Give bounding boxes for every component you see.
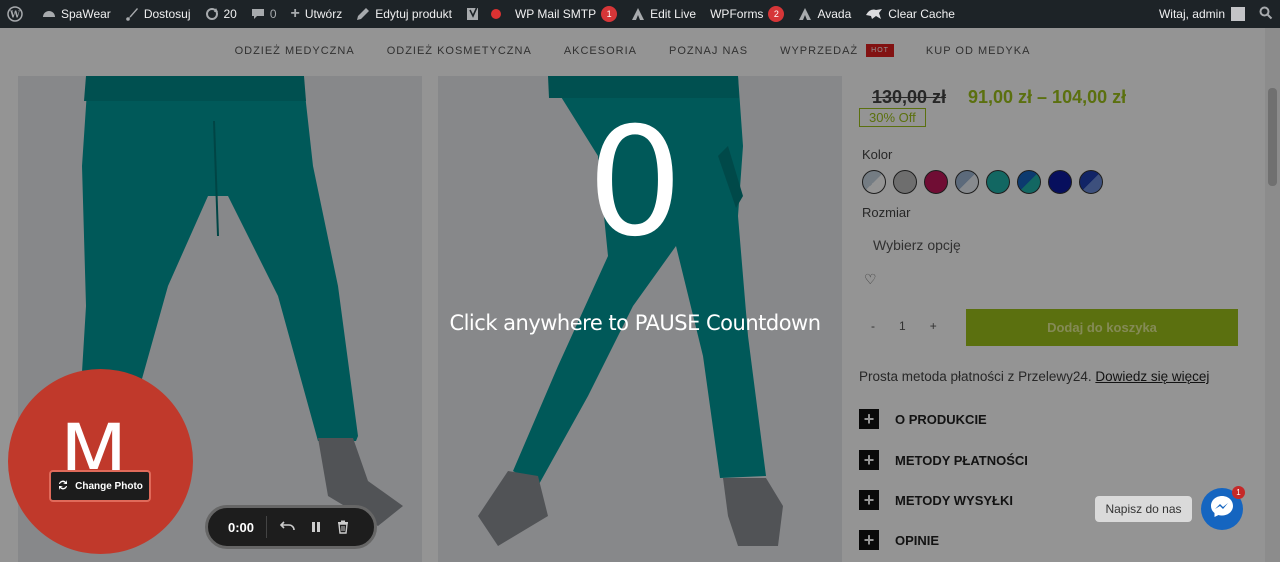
recording-controls: 0:00 bbox=[205, 505, 377, 549]
new-label: Utwórz bbox=[304, 7, 343, 21]
customize-link[interactable]: Dostosuj bbox=[118, 0, 198, 28]
site-name: SpaWear bbox=[61, 7, 111, 21]
change-photo-button[interactable]: Change Photo bbox=[49, 470, 151, 502]
site-name-link[interactable]: SpaWear bbox=[35, 0, 118, 28]
wordpress-icon: W bbox=[7, 6, 23, 22]
yoast-icon bbox=[466, 6, 480, 22]
dashboard-icon bbox=[42, 7, 56, 21]
pause-icon[interactable] bbox=[309, 520, 323, 534]
updates-count: 20 bbox=[223, 7, 237, 21]
clear-cache-link[interactable]: Clear Cache bbox=[858, 0, 962, 28]
greeting-label: Witaj, admin bbox=[1158, 7, 1225, 21]
messenger-badge: 1 bbox=[1232, 486, 1245, 499]
seo-status-dot-icon bbox=[490, 9, 501, 19]
admin-search-button[interactable] bbox=[1252, 0, 1280, 28]
pencil-icon bbox=[356, 7, 370, 21]
chat-label[interactable]: Napisz do nas bbox=[1095, 496, 1192, 522]
countdown-pause-message: Click anywhere to PAUSE Countdown bbox=[449, 311, 821, 335]
recording-timer: 0:00 bbox=[208, 516, 268, 538]
seo-menu[interactable] bbox=[459, 0, 508, 28]
clear-cache-label: Clear Cache bbox=[888, 7, 955, 21]
edit-live-label: Edit Live bbox=[650, 7, 697, 21]
brush-icon bbox=[125, 7, 139, 21]
avada-link[interactable]: Avada bbox=[791, 0, 858, 28]
admin-bar: W SpaWear Dostosuj 20 0 + Utwórz Edytuj … bbox=[0, 0, 1280, 28]
wordpress-logo-button[interactable]: W bbox=[0, 0, 35, 28]
updates-link[interactable]: 20 bbox=[198, 0, 244, 28]
search-icon bbox=[1259, 6, 1273, 23]
avatar bbox=[1231, 7, 1245, 21]
comments-link[interactable]: 0 bbox=[244, 0, 284, 28]
undo-icon[interactable] bbox=[280, 519, 296, 535]
recorder-avatar: M bbox=[8, 369, 193, 554]
customize-label: Dostosuj bbox=[143, 7, 191, 21]
swap-icon bbox=[57, 479, 69, 494]
comments-count: 0 bbox=[269, 7, 277, 21]
messenger-icon bbox=[1209, 494, 1235, 525]
cheetah-icon bbox=[865, 7, 883, 21]
my-account-link[interactable]: Witaj, admin bbox=[1152, 0, 1252, 28]
wp-mail-smtp-link[interactable]: WP Mail SMTP 1 bbox=[508, 0, 624, 28]
edit-product-label: Edytuj produkt bbox=[375, 7, 452, 21]
avada-icon bbox=[631, 7, 645, 21]
svg-text:W: W bbox=[9, 11, 21, 21]
countdown-number: 0 bbox=[587, 96, 683, 270]
edit-live-link[interactable]: Edit Live bbox=[624, 0, 703, 28]
comment-icon bbox=[251, 7, 265, 21]
wp-mail-smtp-label: WP Mail SMTP bbox=[514, 7, 597, 21]
wpforms-link[interactable]: WPForms 2 bbox=[703, 0, 791, 28]
wpforms-label: WPForms bbox=[710, 7, 764, 21]
avada-icon bbox=[798, 7, 812, 21]
avada-label: Avada bbox=[817, 7, 852, 21]
plus-icon: + bbox=[290, 5, 300, 22]
edit-product-link[interactable]: Edytuj produkt bbox=[349, 0, 459, 28]
wpforms-badge: 2 bbox=[768, 6, 785, 22]
change-photo-label: Change Photo bbox=[75, 480, 143, 492]
countdown-overlay[interactable]: 0 Click anywhere to PAUSE Countdown bbox=[0, 28, 1280, 562]
new-content-link[interactable]: + Utwórz bbox=[284, 0, 350, 28]
wp-mail-smtp-badge: 1 bbox=[601, 6, 618, 22]
trash-icon[interactable] bbox=[336, 520, 350, 534]
updates-icon bbox=[205, 7, 219, 21]
